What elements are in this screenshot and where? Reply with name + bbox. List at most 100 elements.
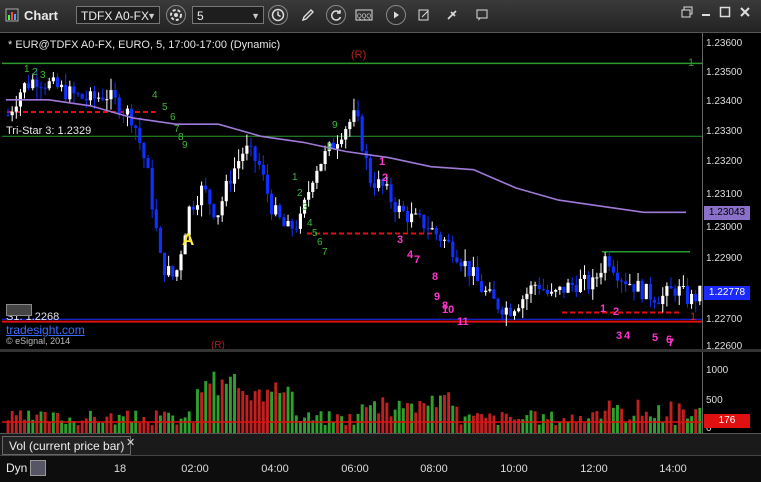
chevron-down-icon[interactable]: ▼ <box>251 7 260 25</box>
interval-gear-icon[interactable] <box>166 5 186 25</box>
candle-body <box>595 277 599 279</box>
candle-body <box>368 158 372 184</box>
link-icon[interactable] <box>442 5 462 25</box>
candle-body <box>97 97 101 99</box>
volume-bar <box>657 405 661 433</box>
volume-bar <box>389 416 393 433</box>
pencil-icon[interactable] <box>298 5 318 25</box>
volume-bar <box>220 379 224 433</box>
candle-body <box>512 311 517 316</box>
svg-text:QQQ: QQQ <box>357 14 371 20</box>
candle-body <box>484 290 488 293</box>
copyright-label: © eSignal, 2014 <box>6 336 71 346</box>
candle-body <box>216 215 220 218</box>
candle-body <box>620 280 624 282</box>
candle-body <box>294 228 298 230</box>
volume-bar <box>636 399 640 433</box>
candle-body <box>105 99 109 101</box>
count-label-magenta: 8 <box>432 271 438 283</box>
candle-body <box>657 302 661 305</box>
volume-bar <box>467 414 471 433</box>
volume-bar <box>673 425 677 433</box>
candle-body <box>195 205 200 210</box>
time-label: 02:00 <box>181 463 209 475</box>
candle-body <box>607 256 611 267</box>
chevron-down-icon[interactable]: ▼ <box>147 7 156 25</box>
candle-body <box>352 110 356 122</box>
price-tick: 1.23300 <box>706 126 743 137</box>
close-icon[interactable] <box>737 4 753 20</box>
candle-body <box>430 228 434 230</box>
last-price-box: 1.22778 <box>704 286 750 300</box>
candle-body <box>385 184 389 186</box>
volume-chart-svg[interactable] <box>2 352 706 433</box>
volume-bar <box>496 424 500 433</box>
candle-body <box>51 77 55 82</box>
candle-body <box>558 286 562 291</box>
study-tab[interactable]: Vol (current price bar) <box>2 436 132 455</box>
price-chart-svg[interactable]: 1234 78910111 23 4 5 6781 2 3456789123456789 <box>2 33 706 349</box>
count-label-magenta: 9 <box>434 291 440 303</box>
volume-bar <box>64 423 68 433</box>
volume-bar <box>368 405 372 433</box>
volume-bar <box>35 414 39 433</box>
study-close-icon[interactable]: ✕ <box>126 436 135 449</box>
candle-body <box>175 270 179 277</box>
volume-bar <box>492 415 496 433</box>
clock-icon[interactable] <box>268 5 288 25</box>
candle-body <box>150 168 154 210</box>
volume-bar <box>443 394 446 433</box>
candle-body <box>467 260 471 276</box>
play-icon[interactable] <box>386 5 406 25</box>
tradesight-link[interactable]: tradesight.com <box>6 323 85 337</box>
candle-body <box>533 284 537 286</box>
volume-bar <box>599 418 603 433</box>
volume-bar <box>84 418 88 433</box>
volume-bar <box>331 422 335 433</box>
candle-body <box>253 146 257 161</box>
interval-combo[interactable]: 5 ▼ <box>192 6 264 24</box>
candle-body <box>677 286 681 296</box>
dyn-mode-label[interactable]: Dyn <box>6 461 27 475</box>
candle-body <box>669 286 673 289</box>
volume-bar <box>278 393 282 433</box>
message-icon[interactable] <box>472 5 492 25</box>
candle-body <box>455 257 459 263</box>
price-tick: 1.23500 <box>706 67 743 78</box>
candle-body <box>47 81 51 89</box>
candle-body <box>566 282 570 293</box>
volume-tick: 500 <box>706 395 723 406</box>
candle-body <box>224 181 228 202</box>
volume-chart[interactable] <box>2 352 706 433</box>
candle-body <box>517 308 521 312</box>
maximize-icon[interactable] <box>717 4 733 20</box>
count-label-magenta: 3 <box>616 330 622 342</box>
volume-bar <box>142 416 146 433</box>
candle-body <box>204 185 208 190</box>
refresh-icon[interactable] <box>326 5 346 25</box>
volume-bar <box>196 389 199 433</box>
candle-body <box>397 205 401 213</box>
volume-bar <box>352 424 356 433</box>
zoom-icon[interactable] <box>30 460 46 476</box>
candle-body <box>249 145 253 147</box>
window-title: Chart <box>24 8 58 23</box>
volume-bar <box>517 418 521 433</box>
edit-icon[interactable] <box>414 5 434 25</box>
volume-bar <box>574 422 578 433</box>
candle-body <box>636 280 640 292</box>
candle-body <box>14 106 18 112</box>
candle-body <box>84 98 88 101</box>
candle-body <box>109 90 113 100</box>
quote-icon[interactable]: QQQ <box>354 5 374 25</box>
chart-pin-box[interactable] <box>6 304 32 316</box>
symbol-combo[interactable]: TDFX A0-FX ▼ <box>76 6 160 24</box>
minimize-icon[interactable] <box>698 4 714 20</box>
restore-icon[interactable] <box>679 4 695 20</box>
volume-bar <box>488 413 492 433</box>
time-label: 04:00 <box>261 463 289 475</box>
candle-body <box>471 267 475 276</box>
count-label-green: 3 <box>40 70 46 81</box>
price-chart[interactable]: 1 2 3 4 7 8 9 10 11 1 2 3 4 5 6 7 8 1 2 3 4 5 6 7 8 9 1 2 3 4 5 6 7 8 9 <box>2 33 706 349</box>
candle-body <box>60 84 64 88</box>
